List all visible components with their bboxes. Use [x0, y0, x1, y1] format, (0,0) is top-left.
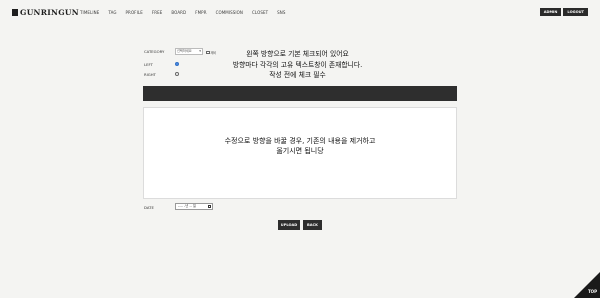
- right-radio[interactable]: [175, 71, 179, 76]
- logout-button[interactable]: LOGOUT: [563, 8, 588, 16]
- nav-profile[interactable]: PROFILE: [126, 10, 143, 15]
- category-checkbox[interactable]: [206, 50, 210, 55]
- header-actions: ADMIN LOGOUT: [538, 8, 588, 16]
- top-button-label[interactable]: TOP: [588, 289, 597, 294]
- chevron-down-icon: ▾: [199, 49, 201, 53]
- date-label: DATE: [144, 205, 154, 210]
- nav-closet[interactable]: CLOSET: [252, 10, 268, 15]
- notice-line: 방향마다 각각의 고유 텍스트창이 존재합니다.: [232, 60, 363, 69]
- logo-text: GUNRINGUN: [20, 8, 79, 17]
- nav-sns[interactable]: SNS: [277, 10, 285, 15]
- nav-timeline[interactable]: TIMELINE: [80, 10, 99, 15]
- nav-board[interactable]: BOARD: [171, 10, 186, 15]
- calendar-icon[interactable]: [207, 204, 211, 208]
- notice-line: 왼쪽 방향으로 기본 체크되어 있어요: [246, 50, 349, 58]
- date-input[interactable]: ---- -년 -- 일: [175, 203, 213, 210]
- logo-square-icon: [12, 9, 18, 16]
- date-input-value: ---- -년 -- 일: [178, 204, 197, 208]
- nav-fmpr[interactable]: FMPR: [195, 10, 206, 15]
- scroll-top-corner[interactable]: [574, 272, 600, 298]
- textarea-line: 수정으로 방향을 바꿀 경우, 기존의 내용을 제거하고: [224, 137, 376, 145]
- nav-tag[interactable]: TAG: [108, 10, 116, 15]
- content-textarea[interactable]: 수정으로 방향을 바꿀 경우, 기존의 내용을 제거하고 옮기시면 됩니당: [143, 107, 457, 199]
- nav-commission[interactable]: COMMISSION: [216, 10, 243, 15]
- textarea-line: 옮기시면 됩니당: [276, 147, 324, 155]
- admin-button[interactable]: ADMIN: [539, 8, 562, 16]
- editor-toolbar-bar: [143, 86, 457, 101]
- category-label: CATEGORY: [144, 49, 165, 54]
- site-logo[interactable]: GUNRINGUN: [12, 8, 79, 17]
- category-select[interactable]: 선택하세요 ▾: [175, 48, 203, 55]
- notice-line: 작성 전에 체크 필수: [269, 71, 326, 79]
- right-label: RIGHT: [144, 72, 156, 77]
- direction-notice: 왼쪽 방향으로 기본 체크되어 있어요 방향마다 각각의 고유 텍스트창이 존재…: [215, 49, 380, 81]
- nav-free[interactable]: FREE: [152, 10, 163, 15]
- textarea-content: 수정으로 방향을 바꿀 경우, 기존의 내용을 제거하고 옮기시면 됩니당: [144, 136, 456, 156]
- left-label: LEFT: [144, 62, 153, 67]
- upload-button[interactable]: UPLOAD: [278, 220, 300, 230]
- left-radio[interactable]: [175, 61, 179, 66]
- back-button[interactable]: BACK: [303, 220, 322, 230]
- main-nav: TIMELINE TAG PROFILE FREE BOARD FMPR COM…: [80, 10, 295, 15]
- category-select-value: 선택하세요: [177, 49, 192, 53]
